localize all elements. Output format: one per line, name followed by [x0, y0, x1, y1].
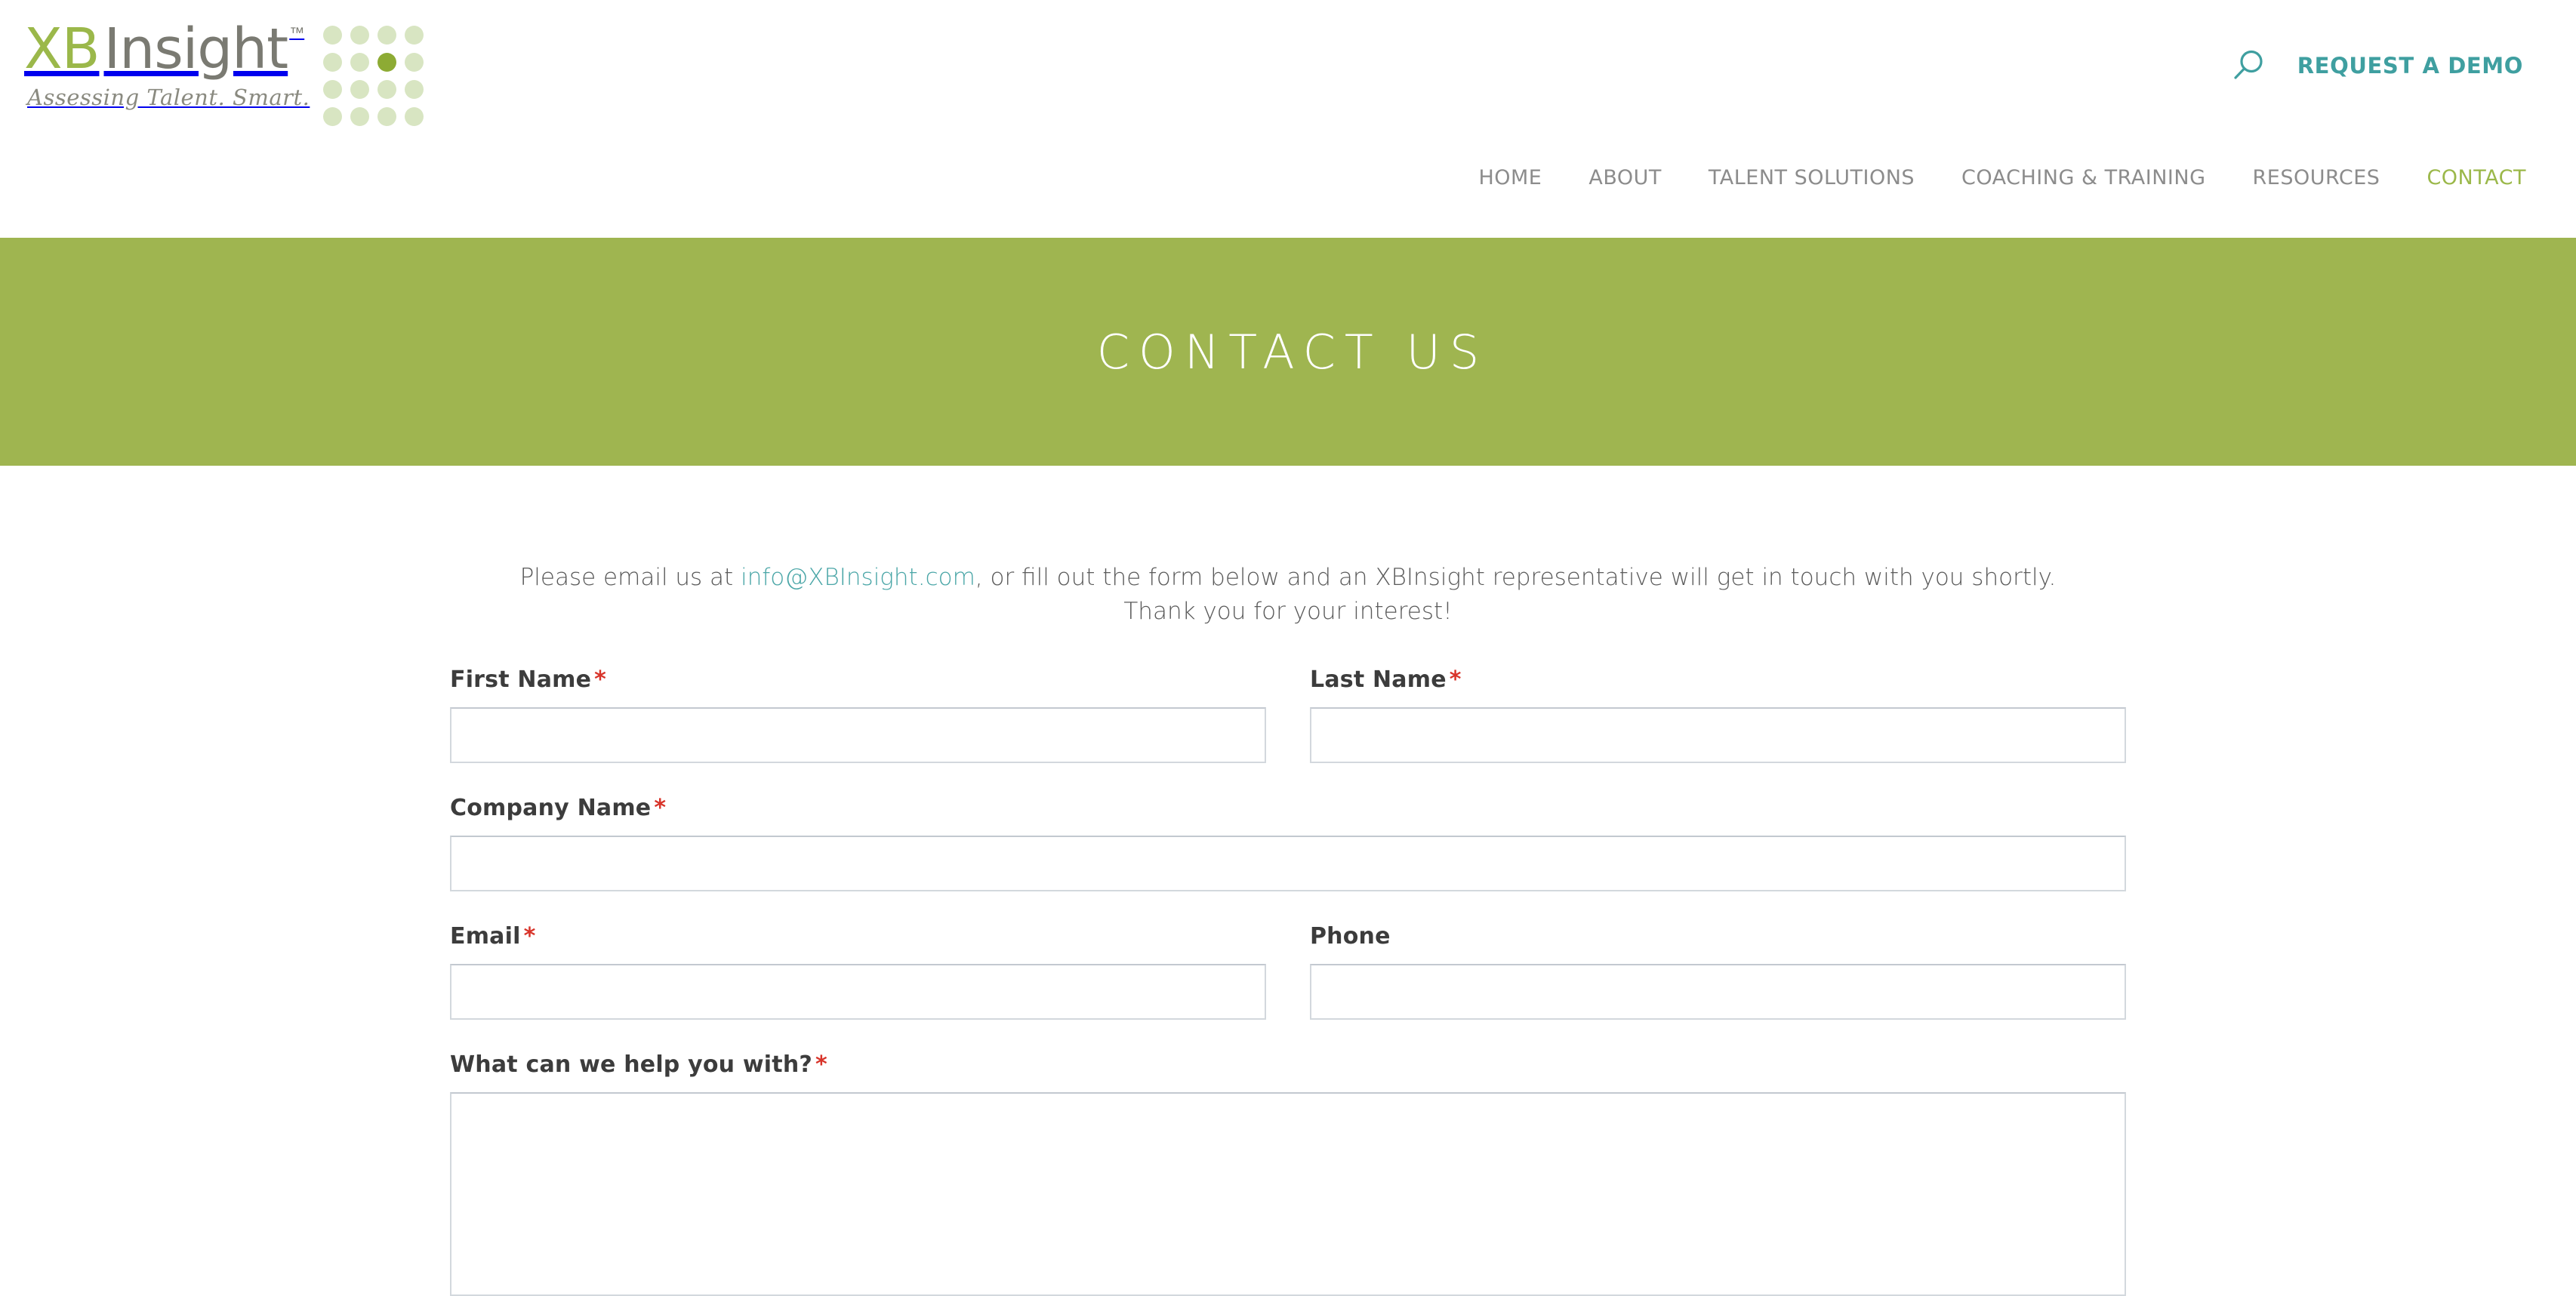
logo-brand-first: XB — [24, 17, 100, 82]
logo-tagline: Assessing Talent. Smart. — [27, 85, 310, 110]
page-banner: CONTACT US — [0, 238, 2576, 466]
form-row-company: Company Name * — [450, 795, 2126, 891]
last-name-label: Last Name * — [1310, 666, 2126, 693]
search-icon[interactable] — [2228, 45, 2269, 86]
request-demo-link[interactable]: REQUEST A DEMO — [2297, 53, 2523, 78]
first-name-label: First Name * — [450, 666, 1266, 693]
company-name-label-text: Company Name — [450, 794, 652, 821]
required-marker: * — [594, 666, 607, 693]
phone-label-text: Phone — [1310, 922, 1391, 950]
field-message: What can we help you with? * — [450, 1051, 2126, 1296]
trademark-icon: ™ — [289, 25, 305, 42]
logo-text: XB Insight ™ Assessing Talent. Smart. — [24, 15, 310, 110]
phone-label: Phone — [1310, 923, 2126, 950]
phone-input[interactable] — [1310, 963, 2126, 1020]
email-label-text: Email — [450, 922, 521, 950]
field-company-name: Company Name * — [450, 795, 2126, 891]
intro-second-line: Thank you for your interest! — [1123, 597, 1453, 625]
page-title: CONTACT US — [1096, 324, 1489, 380]
email-link[interactable]: info@XBInsight.com — [741, 564, 975, 591]
site-header: XB Insight ™ Assessing Talent. Smart. RE… — [0, 0, 2576, 238]
email-input[interactable] — [450, 963, 1266, 1020]
field-first-name: First Name * — [450, 666, 1266, 763]
field-phone: Phone — [1310, 923, 2126, 1020]
logo-wordmark: XB Insight ™ — [24, 21, 310, 77]
last-name-input[interactable] — [1310, 706, 2126, 763]
page-root: XB Insight ™ Assessing Talent. Smart. RE… — [0, 0, 2576, 1296]
last-name-label-text: Last Name — [1310, 666, 1447, 693]
page-content: Please email us at info@XBInsight.com, o… — [0, 466, 2576, 1296]
nav-item-contact[interactable]: CONTACT — [2427, 166, 2526, 189]
form-row-contact: Email * Phone — [450, 923, 2126, 1020]
nav-item-resources[interactable]: RESOURCES — [2253, 166, 2380, 189]
nav-item-coaching-training[interactable]: COACHING & TRAINING — [1961, 166, 2205, 189]
logo-dot-grid-icon — [323, 26, 424, 126]
company-name-label: Company Name * — [450, 795, 2126, 821]
intro-text-before: Please email us at — [519, 564, 741, 591]
nav-item-home[interactable]: HOME — [1478, 166, 1542, 189]
company-name-input[interactable] — [450, 835, 2126, 891]
form-row-message: What can we help you with? * — [450, 1051, 2126, 1296]
site-logo[interactable]: XB Insight ™ Assessing Talent. Smart. — [24, 15, 424, 126]
header-utility-bar: REQUEST A DEMO — [2228, 45, 2523, 86]
message-label-text: What can we help you with? — [450, 1051, 812, 1078]
main-navigation: HOME ABOUT TALENT SOLUTIONS COACHING & T… — [1478, 166, 2526, 189]
required-marker: * — [1449, 666, 1462, 693]
required-marker: * — [815, 1051, 827, 1078]
email-label: Email * — [450, 923, 1266, 950]
form-row-name: First Name * Last Name * — [450, 666, 2126, 763]
first-name-label-text: First Name — [450, 666, 592, 693]
logo-brand-second: Insight — [103, 17, 288, 82]
required-marker: * — [523, 922, 536, 950]
intro-text-after: , or fill out the form below and an XBIn… — [975, 564, 2057, 591]
required-marker: * — [654, 794, 667, 821]
nav-item-talent-solutions[interactable]: TALENT SOLUTIONS — [1709, 166, 1915, 189]
first-name-input[interactable] — [450, 706, 1266, 763]
field-email: Email * — [450, 923, 1266, 1020]
message-textarea[interactable] — [450, 1091, 2126, 1296]
contact-form: First Name* Last Name* Company Name* — [450, 629, 2126, 1296]
intro-paragraph: Please email us at info@XBInsight.com, o… — [382, 561, 2194, 629]
field-last-name: Last Name * — [1310, 666, 2126, 763]
nav-item-about[interactable]: ABOUT — [1588, 166, 1662, 189]
message-label: What can we help you with? * — [450, 1051, 2126, 1078]
